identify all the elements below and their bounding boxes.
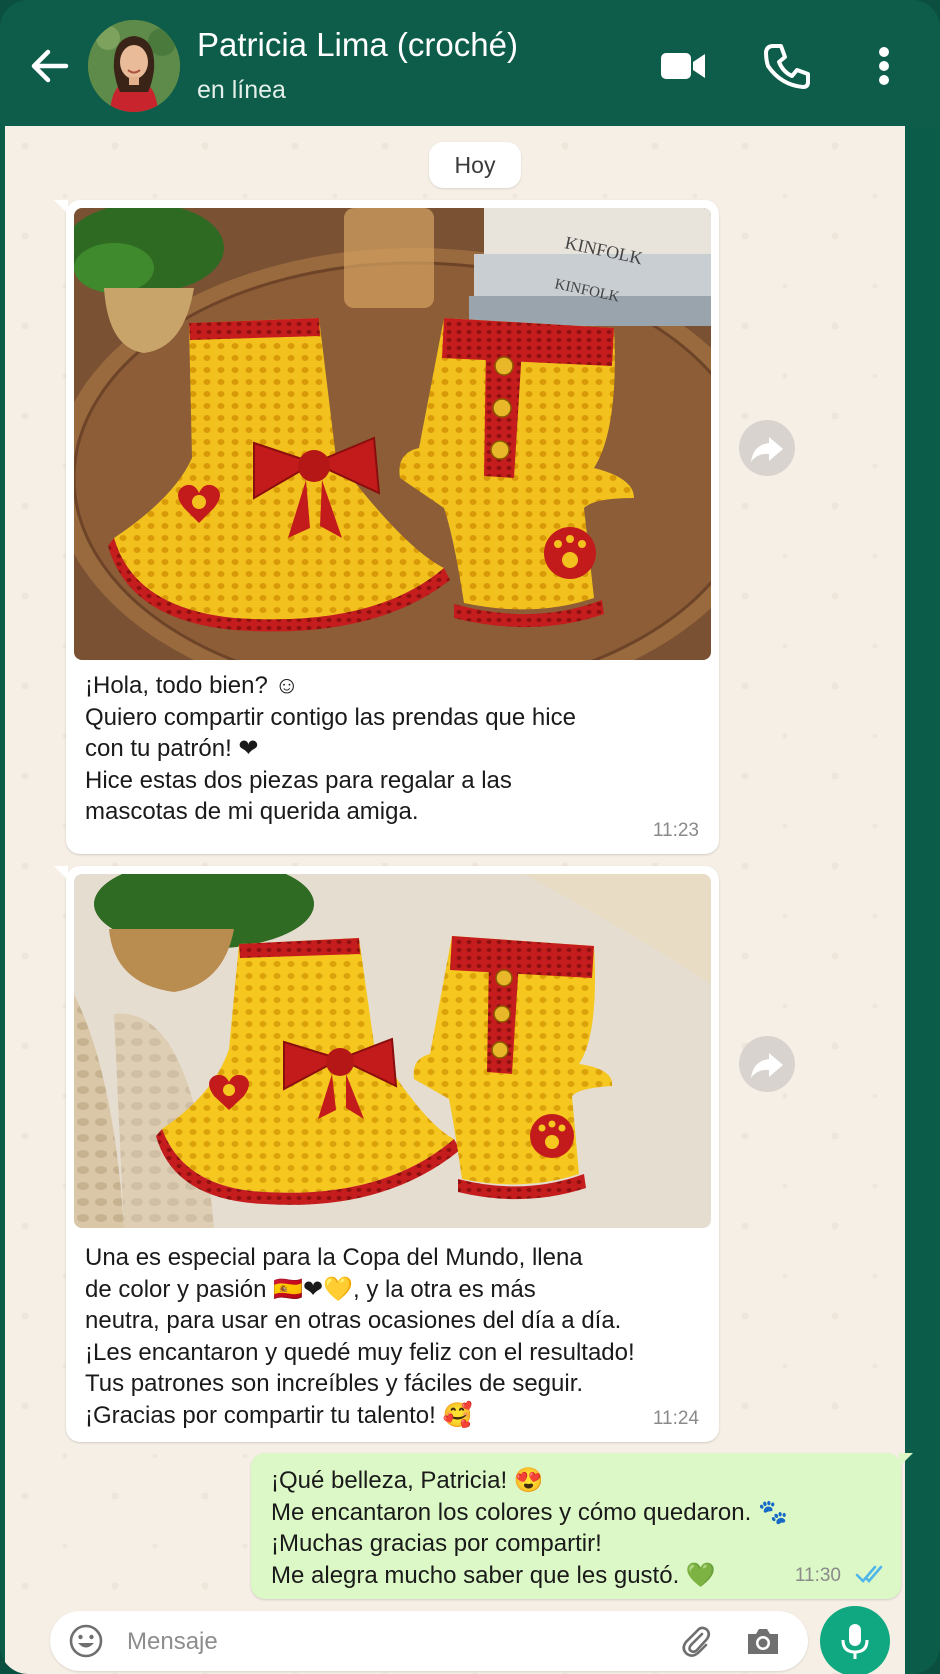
- message-text: ¡Hola, todo bien? ☺ Quiero compartir con…: [85, 672, 576, 825]
- emoji-icon[interactable]: [68, 1623, 104, 1664]
- more-vert-icon[interactable]: [856, 38, 912, 94]
- contact-name[interactable]: Patricia Lima (croché): [197, 26, 518, 64]
- message-outgoing[interactable]: ¡Qué belleza, Patricia! 😍 Me encantaron …: [251, 1453, 913, 1599]
- avatar[interactable]: [88, 20, 180, 112]
- message-photo[interactable]: [74, 874, 711, 1228]
- message-text: ¡Qué belleza, Patricia! 😍 Me encantaron …: [271, 1467, 788, 1589]
- message-time: 11:24: [652, 1408, 699, 1429]
- mic-icon: [841, 1624, 869, 1659]
- message-text: Una es especial para la Copa del Mundo, …: [85, 1244, 635, 1429]
- video-call-icon[interactable]: [655, 38, 711, 94]
- message-photo[interactable]: KINFOLK KINFOLK: [74, 208, 711, 660]
- chat-header: Patricia Lima (croché) en línea: [0, 0, 940, 126]
- mic-button[interactable]: [820, 1606, 890, 1674]
- back-arrow-icon[interactable]: [22, 38, 78, 94]
- date-chip: Hoy: [429, 142, 521, 188]
- message-incoming[interactable]: KINFOLK KINFOLK ¡Hola, todo bien? ☺ Quie…: [54, 200, 719, 854]
- forward-icon[interactable]: [739, 1036, 795, 1092]
- phone-icon[interactable]: [759, 38, 815, 94]
- camera-icon[interactable]: [744, 1623, 782, 1664]
- message-composer: [50, 1611, 808, 1673]
- phone-frame: Patricia Lima (croché) en línea Hoy KINF…: [0, 0, 940, 1674]
- message-time: 11:23: [652, 820, 699, 841]
- message-input[interactable]: [125, 1611, 549, 1673]
- read-receipt-icon: [855, 1563, 887, 1590]
- chat-area[interactable]: Hoy KINFOLK KINFOLK ¡Hola, todo bien? ☺ …: [5, 126, 905, 1674]
- message-incoming[interactable]: Una es especial para la Copa del Mundo, …: [54, 866, 719, 1442]
- forward-icon[interactable]: [739, 420, 795, 476]
- contact-status: en línea: [197, 76, 286, 104]
- message-time: 11:30: [794, 1565, 841, 1586]
- attach-icon[interactable]: [678, 1623, 714, 1664]
